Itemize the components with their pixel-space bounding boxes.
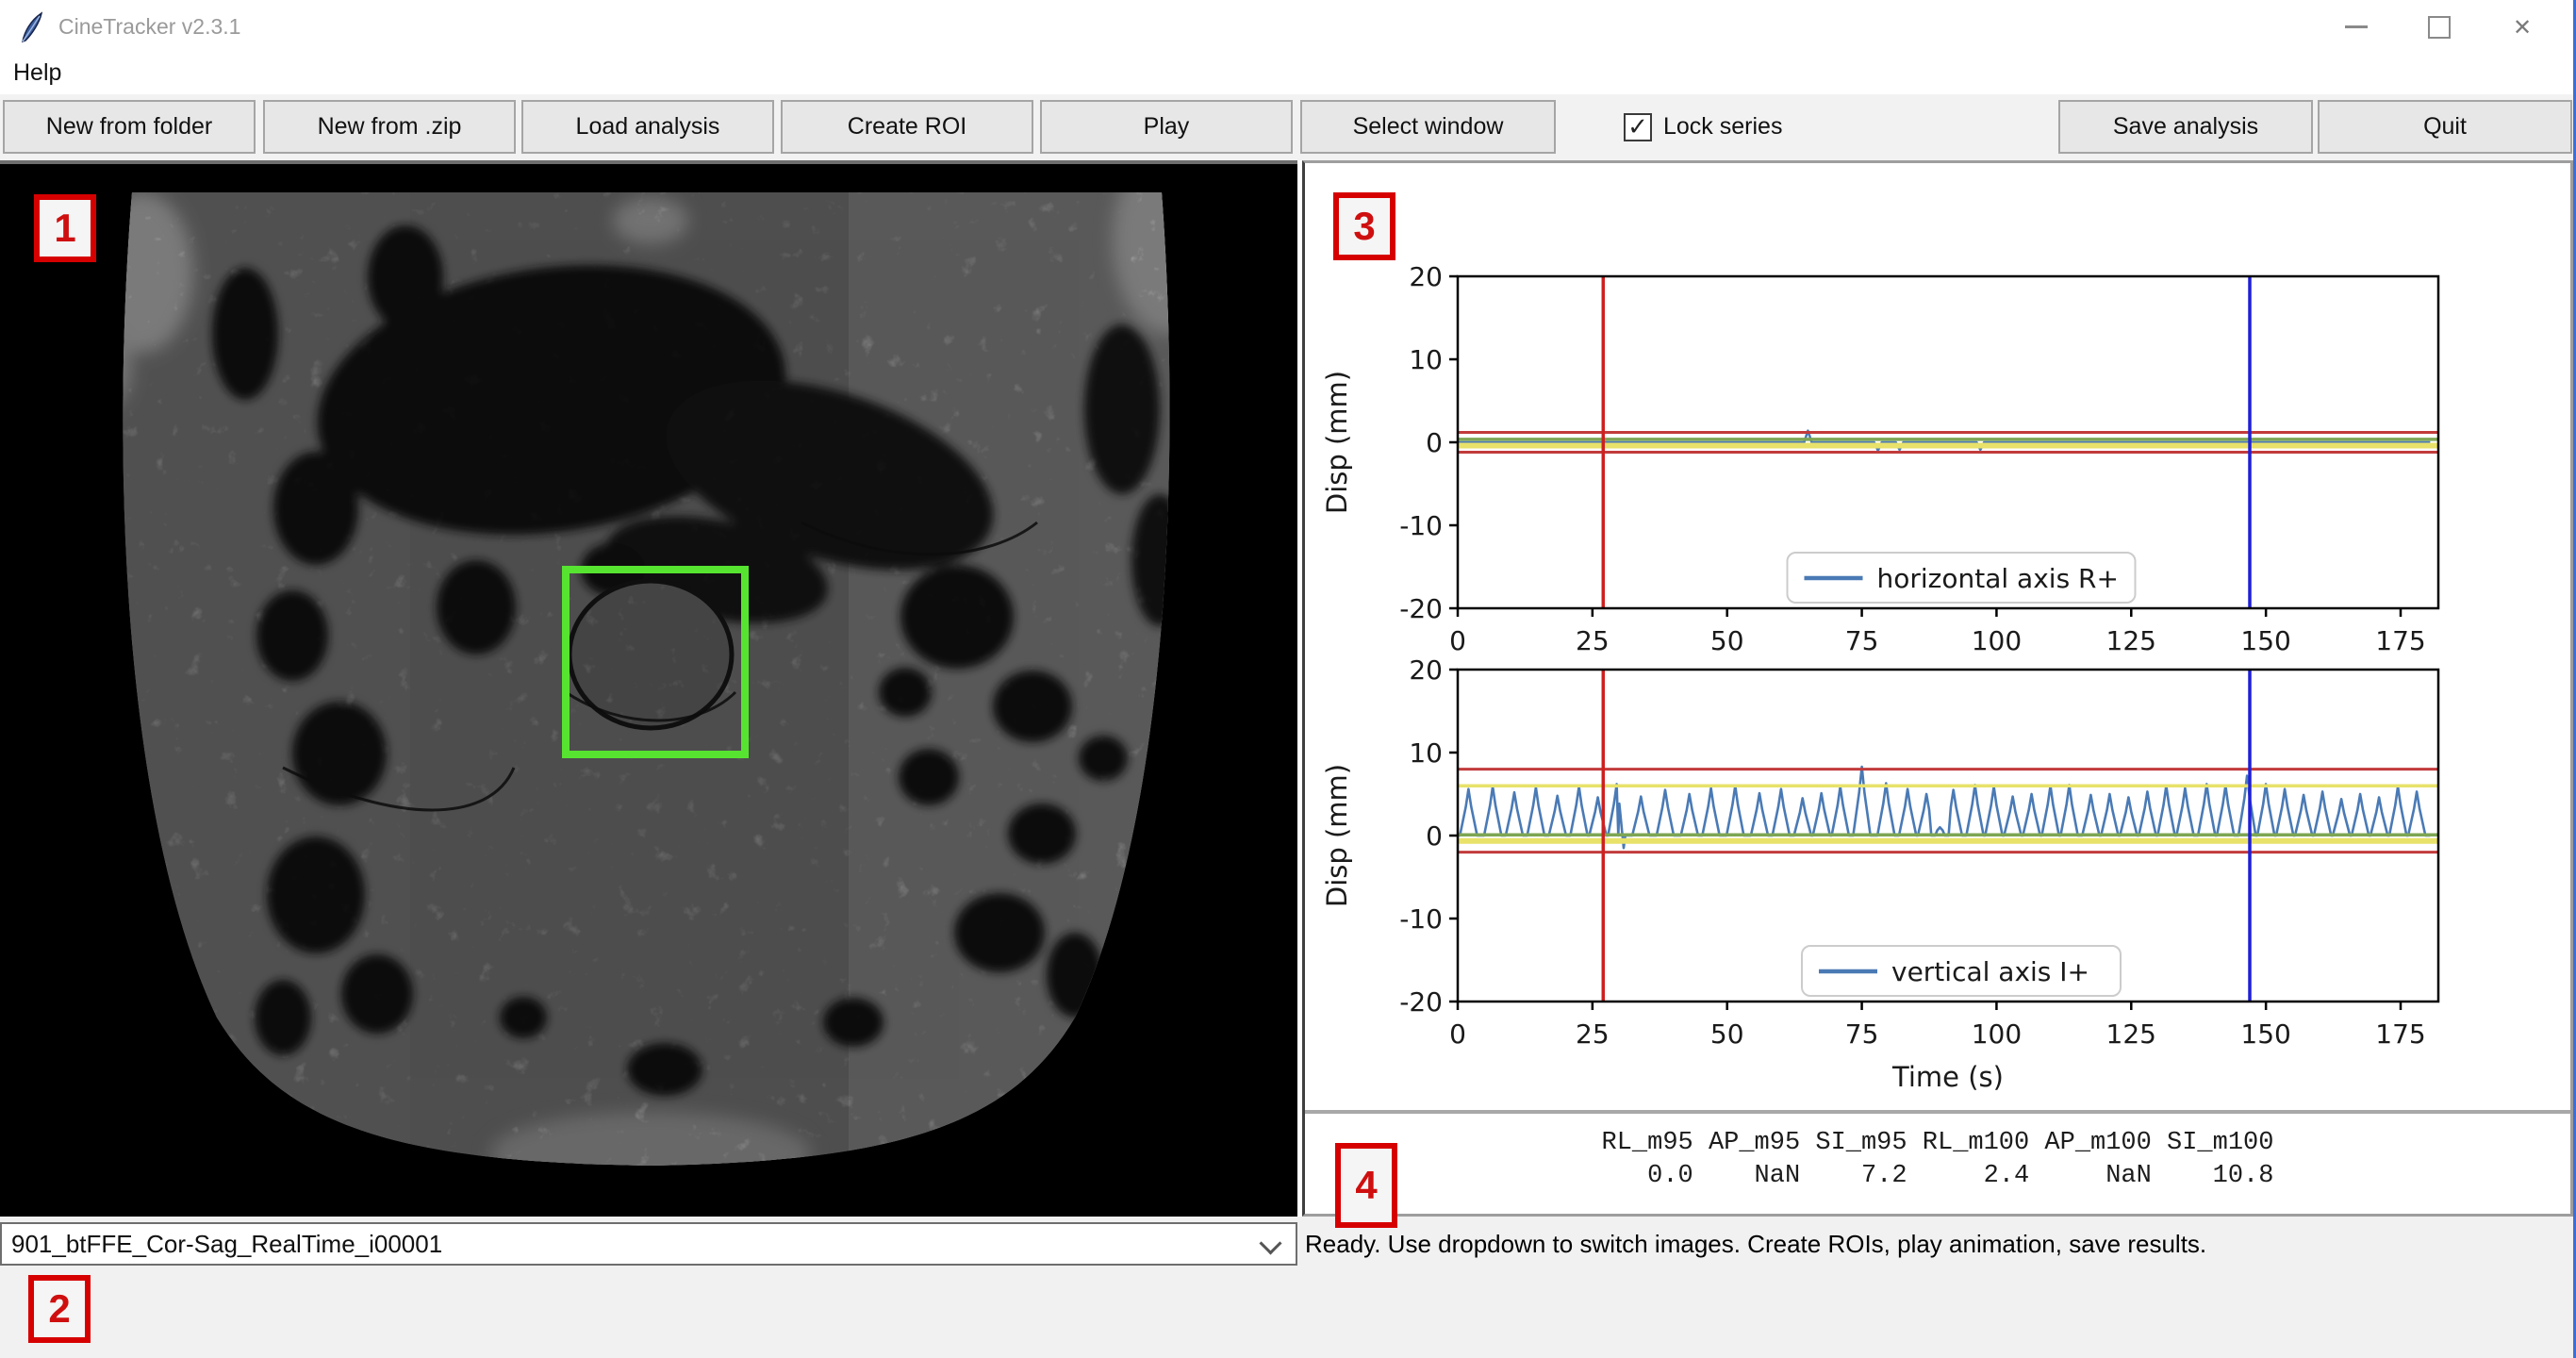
mri-image-panel[interactable] bbox=[0, 160, 1297, 1217]
load-analysis-button[interactable]: Load analysis bbox=[521, 100, 774, 154]
lock-series-checkbox-group[interactable]: ✓ Lock series bbox=[1624, 100, 1782, 154]
svg-text:75: 75 bbox=[1845, 625, 1879, 656]
quit-button[interactable]: Quit bbox=[2318, 100, 2572, 154]
svg-text:100: 100 bbox=[1972, 1018, 2022, 1050]
svg-text:10: 10 bbox=[1409, 344, 1443, 375]
stats-values-row: 0.0 NaN 7.2 2.4 NaN 10.8 bbox=[1601, 1162, 2274, 1190]
feather-icon bbox=[22, 11, 43, 43]
svg-text:0: 0 bbox=[1449, 625, 1466, 656]
svg-text:50: 50 bbox=[1710, 1018, 1744, 1050]
minimize-icon bbox=[2345, 25, 2368, 28]
svg-text:-20: -20 bbox=[1399, 593, 1443, 624]
svg-text:75: 75 bbox=[1845, 1018, 1879, 1050]
svg-text:Disp (mm): Disp (mm) bbox=[1321, 371, 1353, 514]
dropdown-value: 901_btFFE_Cor-Sag_RealTime_i00001 bbox=[11, 1230, 443, 1258]
svg-text:125: 125 bbox=[2106, 1018, 2156, 1050]
annotation-tag-3: 3 bbox=[1333, 192, 1395, 260]
svg-text:20: 20 bbox=[1409, 654, 1443, 686]
svg-text:Time (s): Time (s) bbox=[1891, 1061, 2004, 1093]
play-button[interactable]: Play bbox=[1040, 100, 1293, 154]
chevron-down-icon bbox=[1259, 1232, 1282, 1255]
minimize-button[interactable] bbox=[2315, 0, 2398, 54]
svg-text:10: 10 bbox=[1409, 737, 1443, 769]
annotation-tag-1: 1 bbox=[34, 194, 96, 262]
select-window-button[interactable]: Select window bbox=[1300, 100, 1556, 154]
vertical-displacement-chart[interactable]: 0 25 50 75 100 125 150 175 -20 -10 0 10 20 Disp (mm) T… bbox=[1321, 654, 2440, 1093]
svg-text:150: 150 bbox=[2240, 1018, 2290, 1050]
svg-text:50: 50 bbox=[1710, 625, 1744, 656]
horizontal-displacement-chart[interactable]: 0 25 50 75 100 125 150 175 -20 -10 0 10 20 Disp (mm) h… bbox=[1321, 261, 2440, 656]
svg-text:0: 0 bbox=[1449, 1018, 1466, 1050]
svg-text:25: 25 bbox=[1576, 1018, 1610, 1050]
mri-image bbox=[0, 164, 1297, 1217]
stats-header-row: RL_m95 AP_m95 SI_m95 RL_m100 AP_m100 SI_… bbox=[1601, 1129, 2274, 1157]
create-roi-button[interactable]: Create ROI bbox=[781, 100, 1033, 154]
lock-series-label: Lock series bbox=[1663, 113, 1783, 140]
close-icon: ✕ bbox=[2512, 13, 2533, 41]
toolbar: New from folder New from .zip Load analy… bbox=[0, 94, 2573, 160]
new-from-folder-button[interactable]: New from folder bbox=[3, 100, 256, 154]
svg-text:0: 0 bbox=[1426, 820, 1443, 852]
stats-divider bbox=[1305, 1110, 2570, 1116]
menu-item-help[interactable]: Help bbox=[13, 54, 61, 94]
svg-text:Disp (mm): Disp (mm) bbox=[1321, 764, 1353, 907]
svg-text:100: 100 bbox=[1972, 625, 2022, 656]
annotation-tag-2: 2 bbox=[28, 1275, 91, 1343]
status-message: Ready. Use dropdown to switch images. Cr… bbox=[1305, 1230, 2207, 1258]
svg-text:150: 150 bbox=[2240, 625, 2290, 656]
image-series-dropdown[interactable]: 901_btFFE_Cor-Sag_RealTime_i00001 bbox=[0, 1222, 1297, 1266]
window-controls: ✕ bbox=[2315, 0, 2564, 54]
svg-text:20: 20 bbox=[1409, 261, 1443, 292]
maximize-button[interactable] bbox=[2398, 0, 2481, 54]
svg-text:125: 125 bbox=[2106, 625, 2156, 656]
new-from-zip-button[interactable]: New from .zip bbox=[263, 100, 516, 154]
svg-text:horizontal axis R+: horizontal axis R+ bbox=[1877, 563, 2119, 594]
svg-text:-20: -20 bbox=[1399, 986, 1443, 1018]
svg-text:vertical axis I+: vertical axis I+ bbox=[1891, 956, 2089, 987]
bottombar: 901_btFFE_Cor-Sag_RealTime_i00001 Ready.… bbox=[0, 1217, 2573, 1358]
motion-stats: RL_m95 AP_m95 SI_m95 RL_m100 AP_m100 SI_… bbox=[1305, 1127, 2570, 1193]
window-title: CineTracker v2.3.1 bbox=[58, 14, 241, 39]
svg-text:175: 175 bbox=[2375, 625, 2425, 656]
close-button[interactable]: ✕ bbox=[2481, 0, 2564, 54]
app-window: CineTracker v2.3.1 ✕ Help New from folde… bbox=[0, 0, 2576, 1358]
titlebar: CineTracker v2.3.1 ✕ bbox=[0, 0, 2573, 54]
annotation-tag-4: 4 bbox=[1335, 1143, 1397, 1228]
menubar: Help bbox=[0, 54, 2573, 94]
chart-panel: 0 25 50 75 100 125 150 175 -20 -10 0 10 20 Disp (mm) h… bbox=[1302, 160, 2573, 1217]
checkbox-checked-icon[interactable]: ✓ bbox=[1624, 112, 1652, 141]
save-analysis-button[interactable]: Save analysis bbox=[2058, 100, 2313, 154]
svg-text:-10: -10 bbox=[1399, 903, 1443, 935]
svg-text:-10: -10 bbox=[1399, 510, 1443, 541]
svg-text:175: 175 bbox=[2375, 1018, 2425, 1050]
svg-text:0: 0 bbox=[1426, 427, 1443, 458]
svg-text:25: 25 bbox=[1576, 625, 1610, 656]
maximize-icon bbox=[2428, 15, 2451, 39]
